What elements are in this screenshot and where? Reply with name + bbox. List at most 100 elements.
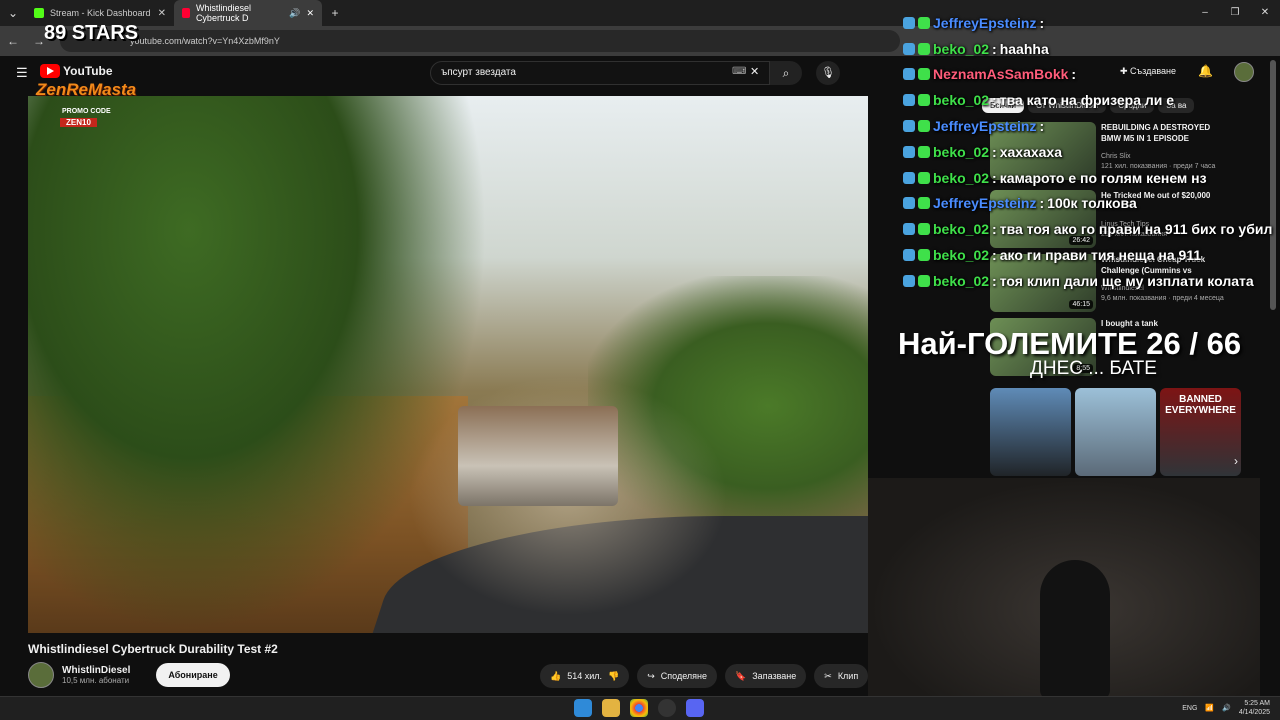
chat-username[interactable]: beko_02: [933, 92, 989, 108]
webcam-feed: [868, 478, 1260, 700]
clock[interactable]: 5:25 AM 4/14/2025: [1239, 699, 1270, 717]
badge-icon: [903, 223, 915, 236]
chat-username[interactable]: JeffreyEpsteinz: [933, 118, 1036, 134]
wifi-icon[interactable]: 📶: [1205, 704, 1214, 712]
chat-colon: :: [1039, 14, 1045, 31]
chat-overlay: JeffreyEpsteinz: beko_02: haahha NeznamAsSa…: [903, 10, 1280, 294]
shorts-row: BANNED EVERYWHERE: [990, 388, 1241, 476]
video-title: Whistlindiesel Cybertruck Durability Tes…: [28, 642, 278, 656]
chat-username[interactable]: NeznamAsSamBokk: [933, 66, 1068, 82]
file-explorer-icon[interactable]: [602, 699, 620, 717]
badge-icon: [903, 197, 915, 210]
chat-text: камарото е по голям кенем нз: [999, 169, 1207, 186]
chat-message: beko_02: ако ги прави тия неща на 911: [903, 242, 1280, 268]
tab-label: Stream - Kick Dashboard: [50, 8, 151, 18]
chat-text: haahha: [999, 40, 1049, 57]
chat-username[interactable]: beko_02: [933, 273, 989, 289]
tray-lang[interactable]: ENG: [1182, 705, 1197, 712]
chat-text: 100к толкова: [1047, 195, 1137, 212]
short-item[interactable]: [1075, 388, 1156, 476]
chevron-right-icon[interactable]: ›: [1234, 454, 1238, 468]
channel-name[interactable]: WhistlinDiesel: [62, 665, 130, 676]
chat-message: beko_02: тоя клип дали ще му изплати кола…: [903, 268, 1280, 294]
search-button[interactable]: ⌕: [770, 61, 802, 85]
new-tab-button[interactable]: +: [322, 6, 348, 20]
chat-username[interactable]: beko_02: [933, 221, 989, 237]
chat-username[interactable]: beko_02: [933, 144, 989, 160]
back-icon[interactable]: ←: [0, 34, 26, 48]
search-input[interactable]: ъпсурт звездата: [430, 61, 770, 85]
chat-username[interactable]: beko_02: [933, 41, 989, 57]
clear-search-icon[interactable]: ✕: [750, 65, 759, 78]
share-button[interactable]: ↪ Споделяне: [637, 664, 718, 688]
short-item[interactable]: BANNED EVERYWHERE: [1160, 388, 1241, 476]
badge-icon: [903, 68, 915, 81]
bookmark-icon: 🔖: [735, 671, 747, 681]
badge-icon: [918, 94, 930, 107]
chat-username[interactable]: JeffreyEpsteinz: [933, 195, 1036, 211]
discord-icon[interactable]: [686, 699, 704, 717]
youtube-icon: [182, 8, 190, 18]
chat-message: JeffreyEpsteinz:100к толкова: [903, 191, 1280, 217]
badge-icon: [903, 16, 915, 29]
badge-icon: [918, 274, 930, 287]
video-actions: 👍 514 хил. 👎 ↪ Споделяне 🔖 Запазване ✂ Клип: [540, 664, 869, 688]
badge-icon: [918, 223, 930, 236]
tab-label: Whistlindiesel Cybertruck D: [195, 3, 251, 23]
badge-icon: [903, 171, 915, 184]
badge-icon: [918, 16, 930, 29]
chat-text: тва тоя ако го прави на 911 бих го убил: [999, 221, 1273, 238]
badge-icon: [918, 68, 930, 81]
thumbs-down-icon[interactable]: 👎: [608, 664, 619, 688]
badge-icon: [903, 42, 915, 55]
like-button[interactable]: 👍 514 хил. 👎: [540, 664, 630, 688]
chat-colon: :: [1039, 118, 1045, 135]
badge-icon: [903, 274, 915, 287]
close-icon[interactable]: ✕: [158, 8, 166, 19]
chat-username[interactable]: beko_02: [933, 170, 989, 186]
badge-icon: [918, 120, 930, 133]
keyboard-icon[interactable]: ⌨: [732, 66, 746, 77]
mic-icon[interactable]: 🎙: [816, 61, 840, 85]
volume-icon[interactable]: 🔊: [1222, 704, 1231, 712]
tab-youtube[interactable]: Whistlindiesel Cybertruck D 🔊 ✕: [174, 0, 322, 26]
chrome-icon[interactable]: [630, 699, 648, 717]
badge-icon: [918, 171, 930, 184]
scissors-icon: ✂: [824, 671, 832, 681]
truck: [458, 406, 618, 506]
chat-message: beko_02: хахахаха: [903, 139, 1280, 165]
chat-text: ако ги прави тия неща на 911: [999, 247, 1202, 264]
save-button[interactable]: 🔖 Запазване: [725, 664, 807, 688]
close-icon[interactable]: ✕: [306, 8, 314, 19]
obs-icon[interactable]: [658, 699, 676, 717]
kick-icon: [34, 8, 44, 18]
chat-colon: :: [992, 143, 997, 160]
subscriber-count: 10,5 млн. абонати: [62, 676, 130, 685]
subscribe-button[interactable]: Абониране: [156, 663, 230, 687]
windows-start-icon[interactable]: [574, 699, 592, 717]
video-player[interactable]: [28, 96, 868, 633]
chat-message: beko_02: камарото е по голям кенем нз: [903, 165, 1280, 191]
overlay-subtitle: ДНЕС ... БАТЕ: [1030, 358, 1157, 379]
channel-avatar[interactable]: [28, 662, 54, 688]
chat-message: JeffreyEpsteinz:: [903, 10, 1280, 36]
taskbar: ENG 📶 🔊 5:25 AM 4/14/2025: [0, 696, 1280, 720]
chat-colon: :: [1039, 195, 1045, 212]
clip-button[interactable]: ✂ Клип: [814, 664, 869, 688]
chat-message: JeffreyEpsteinz:: [903, 113, 1280, 139]
tab-list-icon[interactable]: ⌄: [0, 6, 26, 20]
chat-username[interactable]: beko_02: [933, 247, 989, 263]
chat-message: beko_02: тва като на фризера ли е: [903, 87, 1280, 113]
chat-colon: :: [992, 247, 997, 264]
chat-colon: :: [992, 92, 997, 109]
menu-icon[interactable]: ☰: [16, 65, 28, 81]
chat-message: beko_02: haahha: [903, 36, 1280, 62]
badge-icon: [918, 249, 930, 262]
chat-text: хахахаха: [999, 143, 1063, 160]
badge-icon: [918, 42, 930, 55]
url-field[interactable]: youtube.com/watch?v=Yn4XzbMf9nY: [60, 30, 900, 52]
badge-icon: [903, 94, 915, 107]
short-item[interactable]: [990, 388, 1071, 476]
chat-username[interactable]: JeffreyEpsteinz: [933, 15, 1036, 31]
chat-message: beko_02: тва тоя ако го прави на 911 бих …: [903, 216, 1280, 242]
